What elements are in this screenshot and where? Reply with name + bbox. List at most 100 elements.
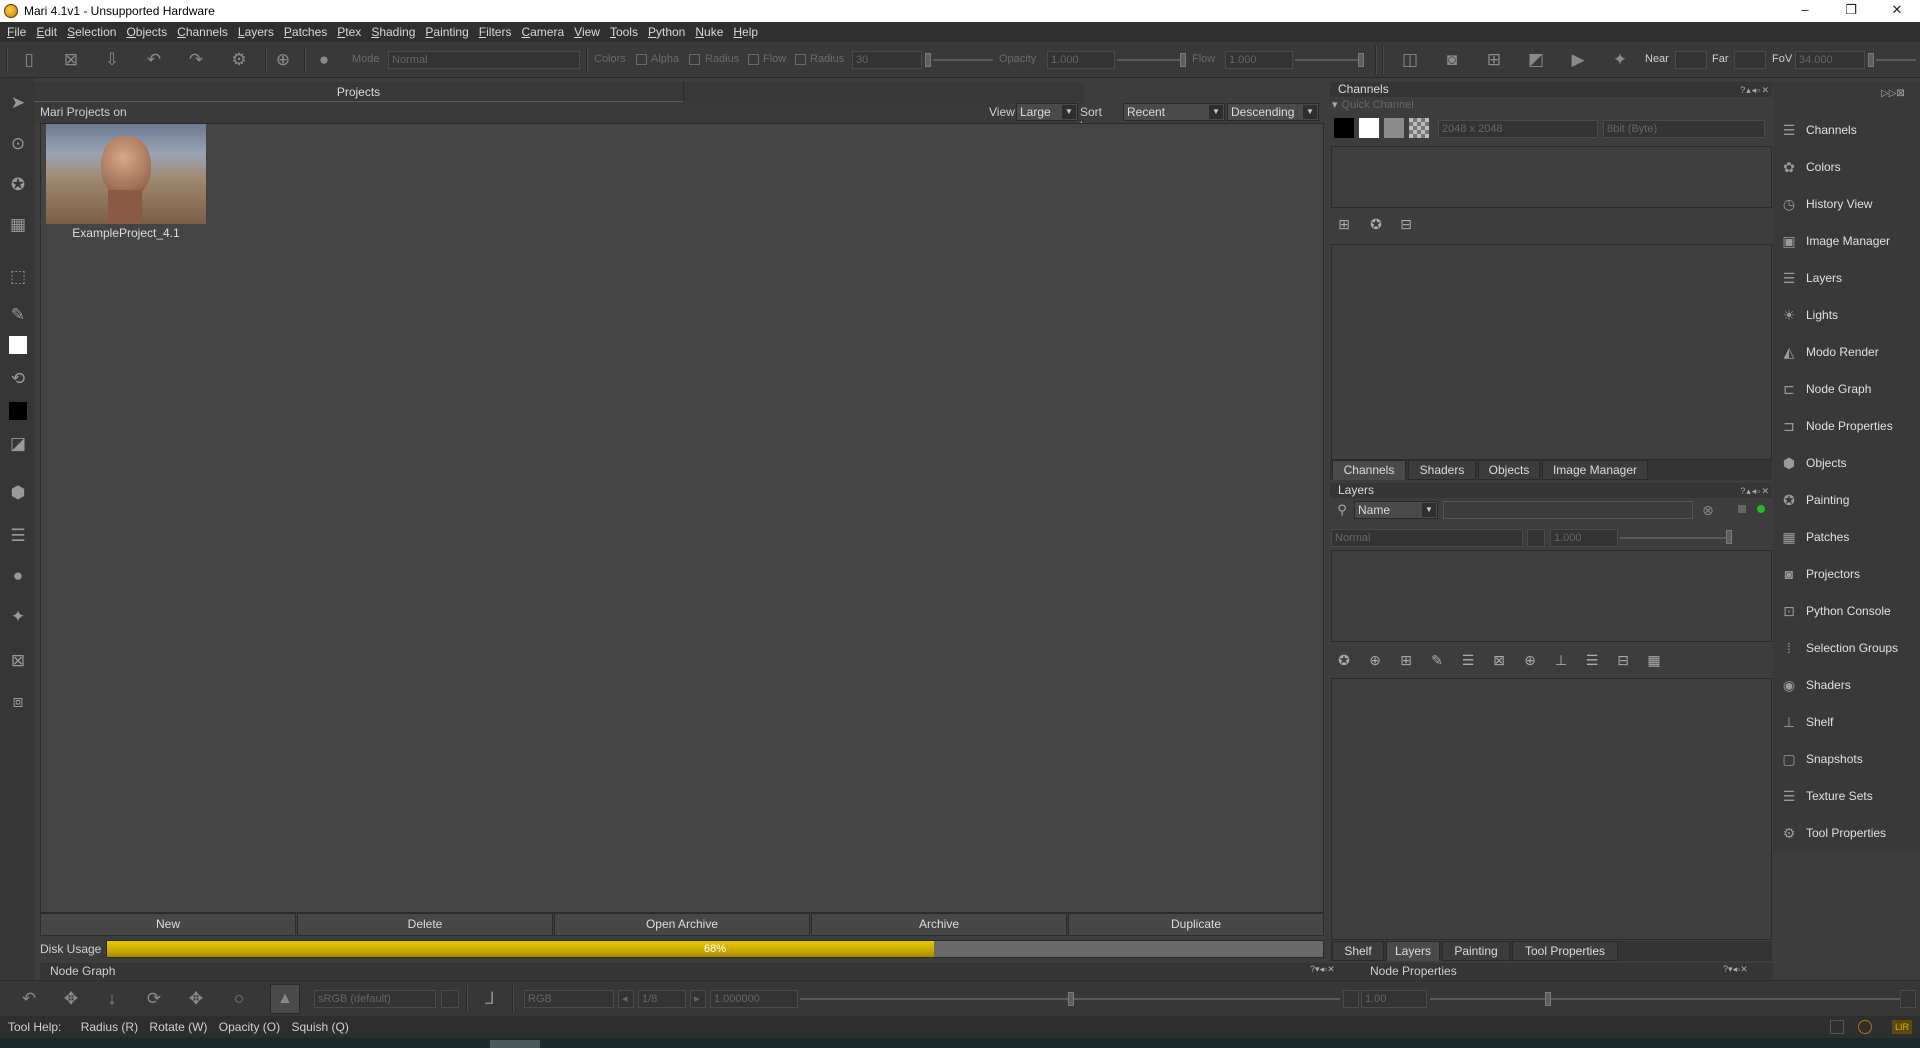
opacity-slider-handle[interactable] [1180,53,1186,67]
radius-slider-handle[interactable] [925,53,931,67]
palette-texture-sets[interactable]: ☰ Texture Sets [1773,781,1920,811]
lighting-icon[interactable]: ✦ [1609,49,1631,71]
exposure-icon[interactable]: ⅃ [479,988,501,1010]
add-paint-layer-icon[interactable]: ✪ [1334,650,1354,670]
panel-controls-icon[interactable]: ?▴◂▫✕ [1740,484,1770,499]
maximize-button[interactable]: ❐ [1828,0,1874,22]
far-input[interactable] [1734,51,1766,69]
display-channel-select[interactable]: RGB [524,990,614,1008]
objects-tool-icon[interactable]: ⬢ [7,482,29,504]
add-adjustment-layer-icon[interactable]: ⊞ [1396,650,1416,670]
brush-tip-icon[interactable]: ● [313,49,335,71]
delete-project-button[interactable]: Delete [297,913,553,936]
menu-camera[interactable]: Camera [516,22,569,42]
palette-projectors[interactable]: ◙ Projectors [1773,559,1920,589]
project-name[interactable]: ExampleProject_4.1 [46,226,206,240]
close-button[interactable]: ✕ [1874,0,1920,22]
menu-channels[interactable]: Channels [172,22,233,42]
palette-image-manager[interactable]: ▣ Image Manager [1773,226,1920,256]
layer-opacity-input[interactable]: 1.000 [1550,529,1618,547]
new-project-icon[interactable]: ▯ [18,49,40,71]
black-swatch[interactable] [1334,118,1354,138]
tab-tool-properties[interactable]: Tool Properties [1512,941,1618,961]
add-shared-layer-icon[interactable]: ⊠ [1489,650,1509,670]
flow-slider-handle[interactable] [1358,53,1364,67]
palette-shelf[interactable]: ⊥ Shelf [1773,707,1920,737]
gamma-lock-icon[interactable] [1343,990,1359,1008]
opacity-input[interactable]: 1.000 [1047,51,1115,69]
sparkle-icon[interactable]: ✦ [7,606,29,628]
palette-channels[interactable]: ☰ Channels [1773,115,1920,145]
next-frame-icon[interactable]: ▸ [690,990,706,1008]
transform-tool-icon[interactable]: ⊙ [7,133,29,155]
menu-shading[interactable]: Shading [366,22,420,42]
sort-select[interactable]: Recent ▼ [1123,103,1225,121]
menu-file[interactable]: File [2,22,31,42]
palette-history-view[interactable]: ◷ History View [1773,189,1920,219]
status-indicator-icon[interactable] [1830,1020,1844,1034]
fov-slider[interactable] [1876,59,1916,61]
palette-layers[interactable]: ☰ Layers [1773,263,1920,293]
close-project-icon[interactable]: ⊠ [60,49,82,71]
remove-channel-icon[interactable]: ⊟ [1396,214,1416,234]
minimize-button[interactable]: – [1782,0,1828,22]
select-tool-icon[interactable]: ➤ [7,92,29,114]
rotate-icon[interactable]: ⟳ [143,988,165,1010]
previous-frame-icon[interactable]: ◂ [618,990,634,1008]
sphere-icon[interactable]: ● [7,565,29,587]
colorspace-lock-icon[interactable] [441,990,459,1008]
tab-shaders[interactable]: Shaders [1408,460,1476,480]
view-select[interactable]: Large ▼ [1016,103,1078,121]
menu-layers[interactable]: Layers [233,22,279,42]
color-management-icon[interactable]: ▲ [270,984,300,1014]
transparent-swatch[interactable] [1409,118,1429,138]
channel-settings-icon[interactable]: ✪ [1366,214,1386,234]
layer-filter-select[interactable]: Name ▼ [1354,501,1438,519]
gamma-reset-icon[interactable] [1900,990,1916,1008]
palette-snapshots[interactable]: ▢ Snapshots [1773,744,1920,774]
alpha-checkbox[interactable] [689,54,700,65]
tab-image-manager[interactable]: Image Manager [1542,460,1648,480]
palette-tool-properties[interactable]: ⚙ Tool Properties [1773,818,1920,848]
layer-opacity-slider[interactable] [1620,537,1730,539]
add-group-icon[interactable]: ⊕ [1520,650,1540,670]
flow-checkbox[interactable] [795,54,806,65]
menu-python[interactable]: Python [643,22,690,42]
menu-ptex[interactable]: Ptex [332,22,366,42]
pan-icon[interactable]: ✥ [60,988,82,1010]
patch-tool-icon[interactable]: ▦ [7,214,29,236]
settings-icon[interactable]: ⚙ [228,49,250,71]
record-icon[interactable] [1858,1020,1872,1034]
colors-checkbox[interactable] [636,54,647,65]
blend-mode-select[interactable]: Normal [1331,529,1523,547]
gamma-input[interactable]: 1.00 [1361,990,1427,1008]
frame-all-icon[interactable]: ⊞ [1483,49,1505,71]
palette-node-properties[interactable]: ⊐ Node Properties [1773,411,1920,441]
orbit-icon[interactable]: ✥ [185,988,207,1010]
gamma-slider[interactable] [1430,998,1900,1000]
move-down-icon[interactable]: ↓ [101,988,123,1010]
gamma-slider-handle[interactable] [1545,992,1551,1006]
palette-colors[interactable]: ✿ Colors [1773,152,1920,182]
mode-select[interactable]: Normal [388,51,580,69]
cube-icon[interactable]: ◩ [1525,49,1547,71]
layer-state-icon[interactable] [1738,505,1746,513]
add-mask-stack-icon[interactable]: ☰ [1458,650,1478,670]
menu-patches[interactable]: Patches [279,22,332,42]
colorspace-select[interactable]: sRGB (default) [314,990,436,1008]
palette-objects[interactable]: ⬢ Objects [1773,448,1920,478]
order-select[interactable]: Descending ▼ [1227,103,1319,121]
clear-search-icon[interactable]: ⊗ [1698,500,1718,520]
camera-perspective-icon[interactable]: ◫ [1399,49,1421,71]
panel-controls-icon[interactable]: ?▾◂▫✕ [1310,964,1335,975]
panel-controls-icon[interactable]: ?▴◂▫✕ [1740,83,1770,98]
menu-nuke[interactable]: Nuke [690,22,728,42]
project-thumbnail[interactable] [46,124,206,224]
fov-slider-handle[interactable] [1868,53,1874,67]
palette-node-graph[interactable]: ⊏ Node Graph [1773,374,1920,404]
open-archive-button[interactable]: Open Archive [554,913,810,936]
selection-tool-icon[interactable]: ⬚ [7,266,29,288]
radius-slider[interactable] [933,59,993,61]
menu-tools[interactable]: Tools [605,22,643,42]
reset-view-icon[interactable]: ○ [228,988,250,1010]
